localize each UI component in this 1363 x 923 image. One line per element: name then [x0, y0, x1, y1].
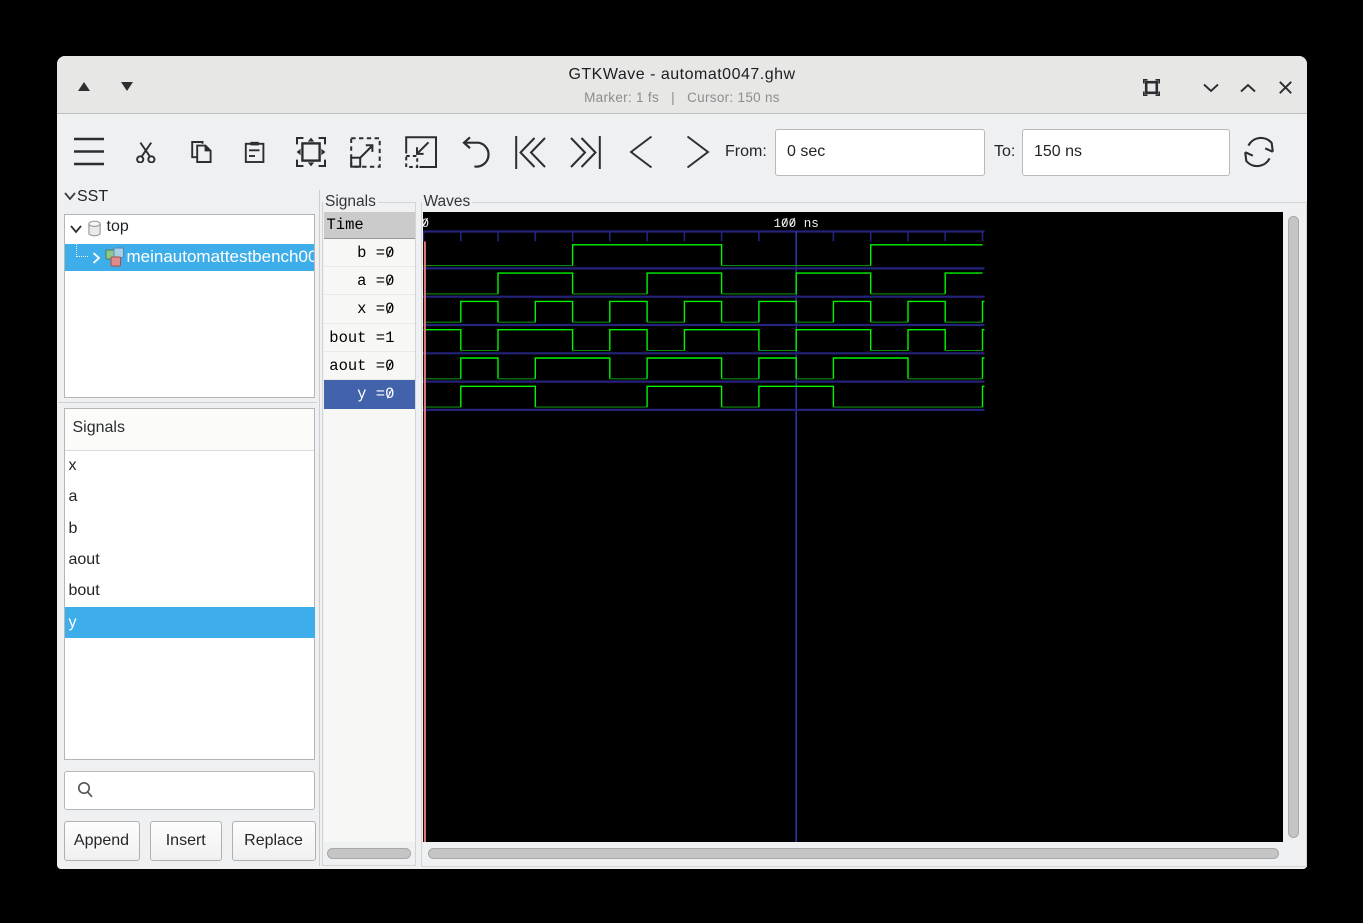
svg-text:100 ns: 100 ns	[773, 217, 818, 231]
